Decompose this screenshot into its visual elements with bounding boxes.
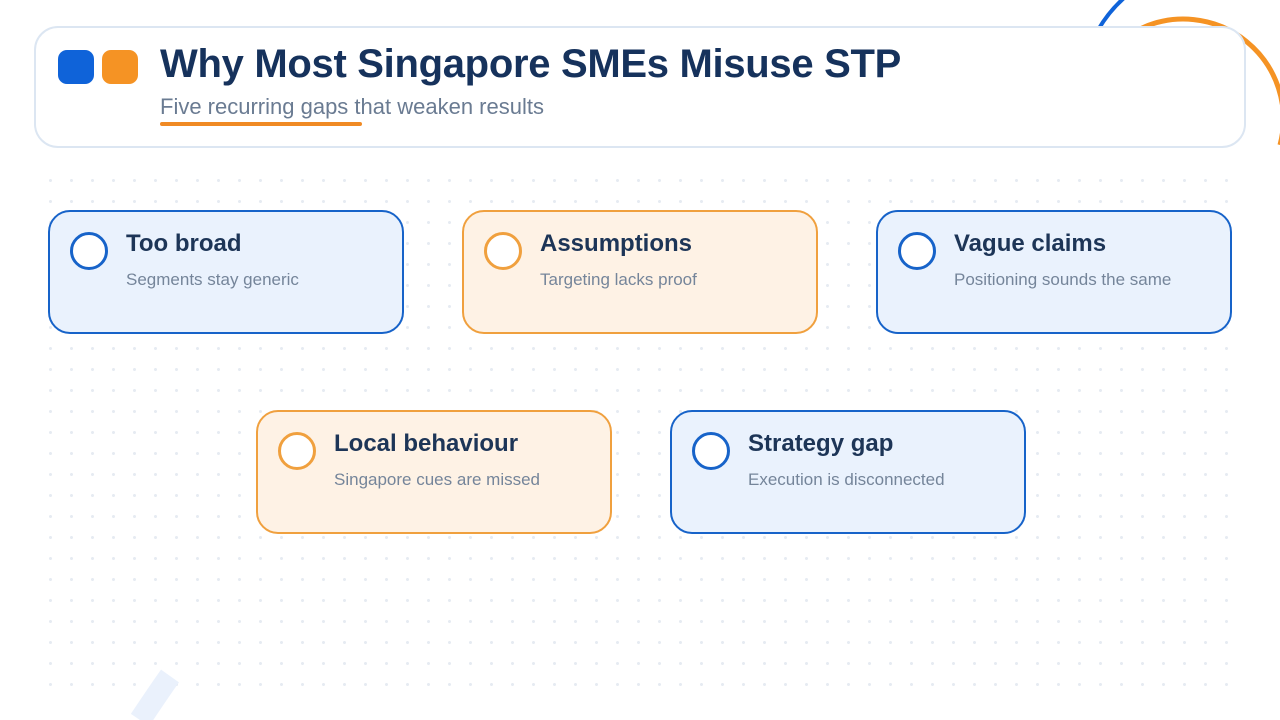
gap-card-title: Too broad <box>126 230 242 257</box>
circle-ring-icon <box>484 232 522 270</box>
logo-square-blue-icon <box>58 50 94 84</box>
gap-card-title: Vague claims <box>954 230 1107 257</box>
gap-card-local-behaviour: Local behaviour Singapore cues are misse… <box>256 410 612 534</box>
gap-card-title: Assumptions <box>540 230 693 257</box>
page-subtitle: Five recurring gaps that weaken results <box>160 94 544 119</box>
circle-ring-icon <box>692 432 730 470</box>
gap-card-description: Execution is disconnected <box>748 470 945 489</box>
header-card: Why Most Singapore SMEs Misuse STP Five … <box>34 26 1246 148</box>
gap-card-description: Segments stay generic <box>126 270 299 289</box>
decorative-bottom-arc <box>130 669 179 720</box>
logo-square-orange-icon <box>102 50 138 84</box>
gap-card-vague-claims: Vague claims Positioning sounds the same <box>876 210 1232 334</box>
gap-card-description: Singapore cues are missed <box>334 470 541 489</box>
page-title: Why Most Singapore SMEs Misuse STP <box>160 42 902 86</box>
gap-card-assumptions: Assumptions Targeting lacks proof <box>462 210 818 334</box>
gap-card-too-broad: Too broad Segments stay generic <box>48 210 404 334</box>
circle-ring-icon <box>70 232 108 270</box>
gap-card-title: Strategy gap <box>748 430 894 457</box>
gap-card-description: Targeting lacks proof <box>540 270 697 289</box>
gap-card-strategy-gap: Strategy gap Execution is disconnected <box>670 410 1026 534</box>
gap-card-title: Local behaviour <box>334 430 519 457</box>
subtitle-underline <box>160 122 362 126</box>
gap-card-description: Positioning sounds the same <box>954 270 1172 289</box>
circle-ring-icon <box>898 232 936 270</box>
circle-ring-icon <box>278 432 316 470</box>
